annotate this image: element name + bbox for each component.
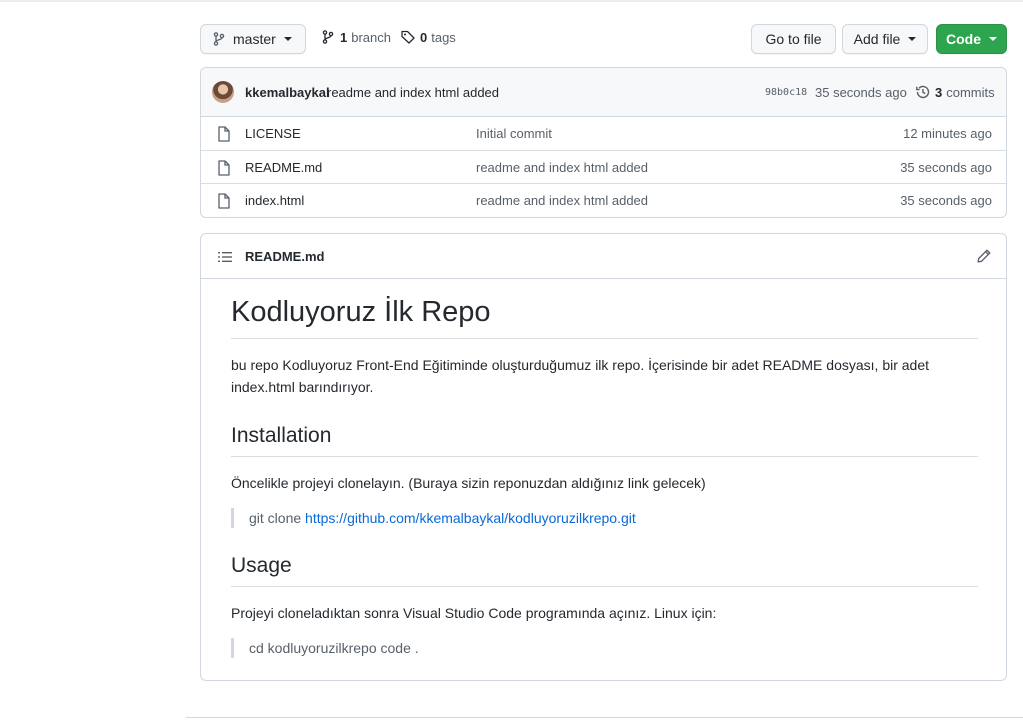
file-listing: kkemalbaykal readme and index html added… bbox=[200, 67, 1007, 218]
branch-name: master bbox=[233, 31, 276, 47]
installation-text: Öncelikle projeyi clonelayın. (Buraya si… bbox=[231, 475, 706, 491]
latest-commit-bar: kkemalbaykal readme and index html added… bbox=[201, 68, 1006, 117]
git-branch-icon bbox=[211, 31, 227, 47]
list-unordered-icon[interactable] bbox=[217, 249, 233, 265]
file-row: LICENSE Initial commit 12 minutes ago bbox=[201, 117, 1006, 151]
clone-blockquote: git clone https://github.com/kkemalbayka… bbox=[231, 508, 978, 528]
add-file-button[interactable]: Add file bbox=[842, 24, 928, 54]
readme-content: Kodluyoruz İlk Repo bu repo Kodluyoruz F… bbox=[231, 294, 978, 658]
usage-blockquote: cd kodluyoruzilkrepo code . bbox=[231, 638, 978, 658]
commit-author-link[interactable]: kkemalbaykal bbox=[245, 85, 330, 100]
file-commit-link[interactable]: readme and index html added bbox=[476, 193, 648, 208]
readme-header: README.md bbox=[201, 234, 1006, 279]
clone-prefix: git clone bbox=[249, 510, 302, 526]
commits-history-link[interactable]: 3 commits bbox=[915, 84, 995, 100]
commit-message-link[interactable]: readme and index html added bbox=[327, 85, 499, 100]
file-age: 12 minutes ago bbox=[903, 126, 992, 141]
branches-link[interactable]: 1 branch bbox=[320, 29, 391, 45]
file-row: index.html readme and index html added 3… bbox=[201, 184, 1006, 217]
file-name-link[interactable]: LICENSE bbox=[245, 126, 301, 141]
readme-filename: README.md bbox=[245, 249, 325, 264]
file-age: 35 seconds ago bbox=[900, 159, 992, 175]
chevron-down-icon bbox=[908, 37, 917, 41]
tag-count: 0 bbox=[420, 29, 428, 45]
commit-time: 35 seconds ago bbox=[815, 85, 907, 100]
pencil-icon[interactable] bbox=[976, 248, 992, 264]
commits-count: 3 bbox=[935, 84, 943, 100]
branch-select-button[interactable]: master bbox=[200, 24, 306, 54]
bottom-divider bbox=[186, 717, 1023, 718]
commit-sha-link[interactable]: 98b0c18 bbox=[765, 87, 807, 98]
branch-label: branch bbox=[351, 29, 391, 45]
clone-url-link[interactable]: https://github.com/kkemalbaykal/kodluyor… bbox=[305, 510, 636, 526]
go-to-file-label: Go to file bbox=[765, 31, 822, 47]
file-icon bbox=[217, 159, 231, 176]
tag-icon bbox=[400, 29, 416, 45]
tags-link[interactable]: 0 tags bbox=[400, 29, 456, 45]
file-commit-link[interactable]: readme and index html added bbox=[476, 160, 648, 175]
code-button[interactable]: Code bbox=[936, 24, 1007, 54]
file-name-link[interactable]: index.html bbox=[245, 193, 304, 208]
file-row: README.md readme and index html added 35… bbox=[201, 151, 1006, 184]
chevron-down-icon bbox=[989, 37, 997, 41]
branch-count: 1 bbox=[340, 29, 348, 45]
git-branch-icon bbox=[320, 29, 336, 45]
usage-heading: Usage bbox=[231, 552, 978, 587]
usage-command: cd kodluyoruzilkrepo code . bbox=[249, 640, 419, 656]
file-commit-link[interactable]: Initial commit bbox=[476, 126, 552, 141]
readme-intro: bu repo Kodluyoruz Front-End Eğitiminde … bbox=[231, 357, 930, 395]
commits-label: commits bbox=[946, 84, 995, 100]
readme-title-heading: Kodluyoruz İlk Repo bbox=[231, 294, 978, 339]
chevron-down-icon bbox=[283, 37, 292, 41]
code-label: Code bbox=[946, 31, 981, 47]
installation-heading: Installation bbox=[231, 422, 978, 457]
history-icon bbox=[915, 84, 931, 100]
tag-label: tags bbox=[431, 29, 456, 45]
avatar[interactable] bbox=[212, 81, 234, 103]
file-name-link[interactable]: README.md bbox=[245, 160, 322, 175]
usage-text: Projeyi cloneladıktan sonra Visual Studi… bbox=[231, 605, 717, 621]
file-icon bbox=[217, 126, 231, 142]
file-icon bbox=[217, 193, 231, 209]
readme-panel: README.md Kodluyoruz İlk Repo bu repo Ko… bbox=[200, 233, 1007, 681]
top-divider bbox=[0, 0, 1023, 2]
go-to-file-button[interactable]: Go to file bbox=[751, 24, 836, 54]
file-age: 35 seconds ago bbox=[900, 193, 992, 208]
add-file-label: Add file bbox=[853, 31, 901, 47]
